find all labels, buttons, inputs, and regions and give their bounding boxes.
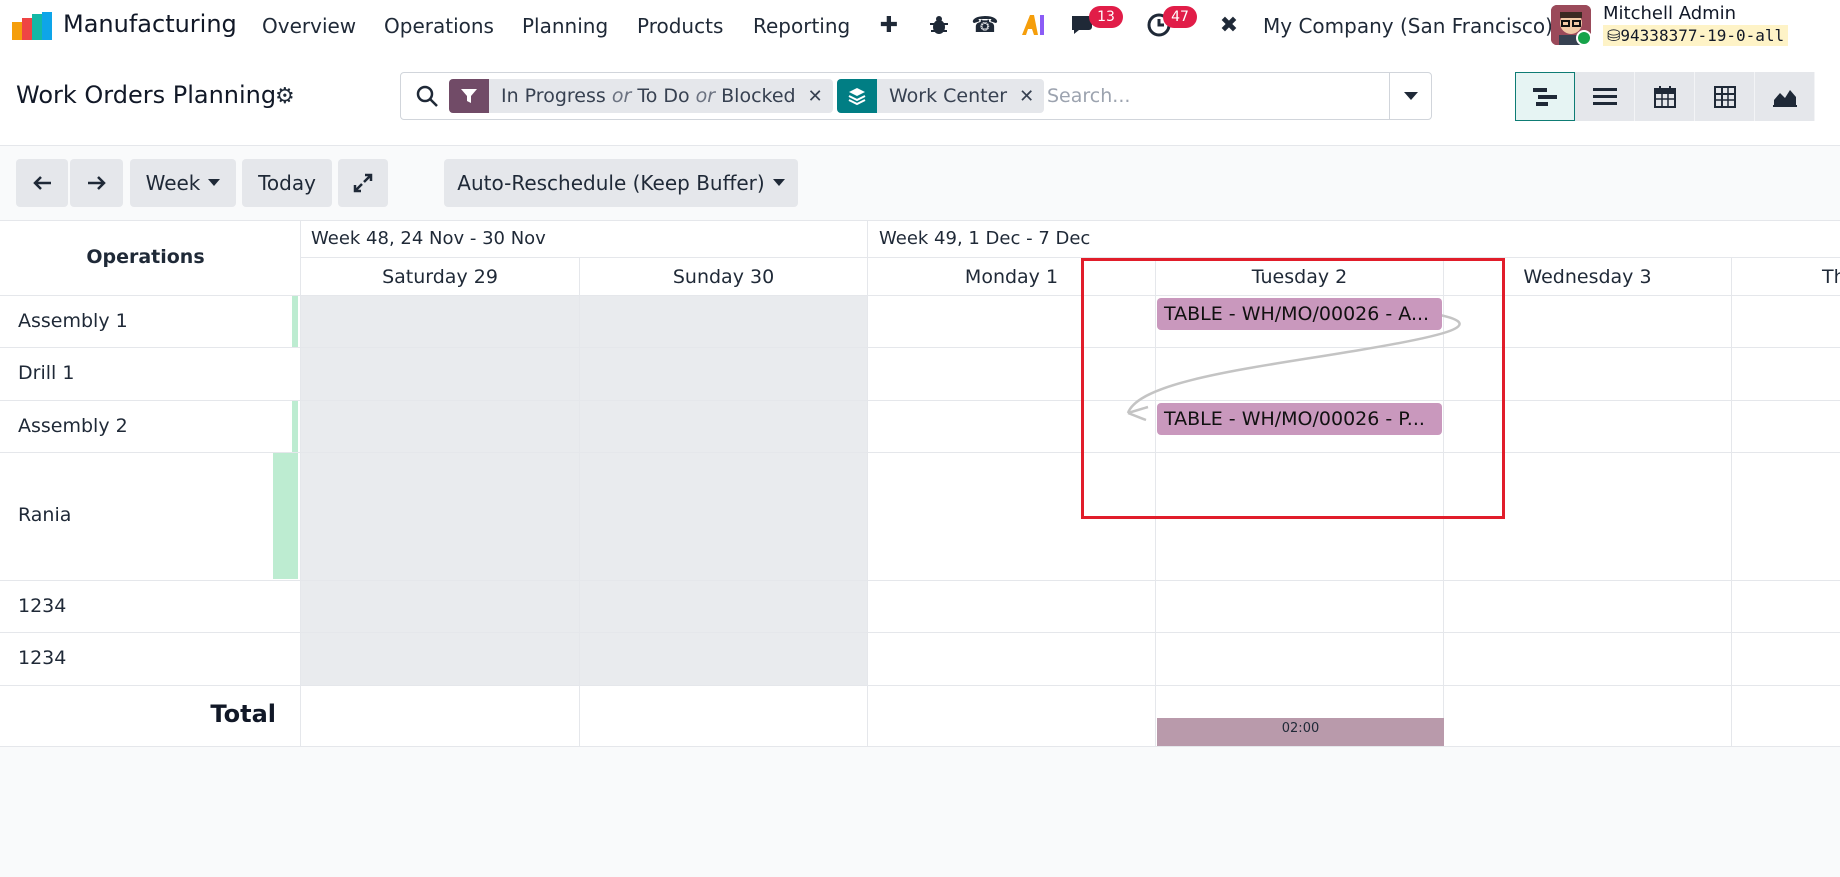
weekend-shading	[301, 296, 868, 685]
work-order-pill[interactable]: TABLE - WH/MO/00026 - P...	[1157, 403, 1442, 435]
search-input[interactable]	[1047, 80, 1377, 112]
remove-groupby-icon[interactable]: ✕	[1019, 86, 1044, 107]
next-button[interactable]	[70, 159, 123, 207]
arrow-left-icon	[33, 176, 51, 190]
auto-reschedule-label: Auto-Reschedule (Keep Buffer)	[457, 171, 765, 195]
gantt-icon	[1533, 87, 1557, 106]
pivot-view-button[interactable]	[1695, 72, 1755, 121]
row-label[interactable]: Assembly 2	[18, 415, 128, 437]
menu-operations[interactable]: Operations	[384, 14, 494, 38]
day-header: Sunday 30	[672, 266, 775, 288]
grid-line	[867, 220, 868, 746]
filter-or: or	[611, 85, 632, 107]
filter-facet-label: In Progress or To Do or Blocked	[489, 85, 808, 107]
auto-reschedule-dropdown[interactable]: Auto-Reschedule (Keep Buffer)	[444, 159, 798, 207]
database-tag: ⛁94338377-19-0-all	[1603, 25, 1789, 46]
online-status-icon	[1576, 30, 1592, 46]
messages-badge: 13	[1089, 6, 1123, 28]
company-switcher[interactable]: My Company (San Francisco)	[1263, 14, 1553, 38]
filter-icon	[449, 79, 489, 113]
grid-line	[579, 257, 580, 746]
expand-icon	[353, 173, 373, 193]
database-name: 94338377-19-0-all	[1620, 26, 1785, 45]
grid-line	[0, 347, 1840, 348]
day-header: Monday 1	[964, 266, 1059, 288]
row-label[interactable]: Drill 1	[18, 362, 74, 384]
row-label[interactable]: Assembly 1	[18, 310, 128, 332]
calendar-view-button[interactable]	[1635, 72, 1695, 121]
day-header: Wednesday 3	[1523, 266, 1652, 288]
remove-filter-icon[interactable]: ✕	[808, 86, 833, 107]
grid-line	[300, 220, 301, 746]
manufacturing-app-icon[interactable]	[12, 12, 52, 40]
bug-icon[interactable]	[926, 12, 952, 38]
caret-down-icon	[208, 179, 221, 186]
area-chart-icon	[1772, 89, 1797, 107]
menu-reporting[interactable]: Reporting	[753, 14, 850, 38]
grid-line	[0, 685, 1840, 686]
menu-products[interactable]: Products	[637, 14, 723, 38]
row-label[interactable]: 1234	[18, 595, 66, 617]
caret-down-icon	[772, 179, 785, 186]
row-label[interactable]: Rania	[18, 504, 71, 526]
search-options-toggle[interactable]	[1389, 73, 1431, 119]
today-button[interactable]: Today	[242, 159, 332, 207]
ai-icon[interactable]	[1021, 12, 1047, 38]
filter-facet: In Progress or To Do or Blocked ✕	[449, 79, 833, 113]
grid-line	[0, 746, 1840, 747]
total-bar: 02:00	[1157, 718, 1444, 746]
day-header: Tuesday 2	[1251, 266, 1348, 288]
arrow-right-icon	[87, 176, 106, 190]
calendar-icon	[1653, 85, 1676, 108]
grid-line	[0, 400, 1840, 401]
scale-dropdown[interactable]: Week	[130, 159, 236, 207]
tools-icon[interactable]: ✖	[1216, 12, 1242, 38]
database-icon: ⛁	[1607, 26, 1621, 45]
menu-overview[interactable]: Overview	[262, 14, 356, 38]
day-header: Th	[1822, 266, 1840, 288]
grid-line	[0, 632, 1840, 633]
pivot-table-icon	[1713, 85, 1736, 108]
grid-line	[0, 580, 1840, 581]
caret-down-icon	[1403, 92, 1418, 100]
view-switcher	[1515, 72, 1815, 121]
plus-icon[interactable]: ✚	[876, 12, 902, 38]
row-load-indicator	[292, 296, 298, 347]
work-order-pill[interactable]: TABLE - WH/MO/00026 - A...	[1157, 298, 1442, 330]
grid-line	[0, 295, 1840, 296]
scale-label: Week	[145, 171, 201, 195]
menu-planning[interactable]: Planning	[522, 14, 608, 38]
row-load-indicator	[292, 401, 298, 452]
rows-header: Operations	[86, 246, 205, 268]
layers-icon	[837, 79, 877, 113]
activities-badge: 47	[1163, 6, 1197, 28]
app-name[interactable]: Manufacturing	[63, 10, 237, 38]
filter-or: or	[695, 85, 716, 107]
graph-view-button[interactable]	[1755, 72, 1815, 121]
groupby-facet: Work Center ✕	[837, 79, 1045, 113]
grid-line	[300, 257, 1840, 258]
day-header: Saturday 29	[382, 266, 498, 288]
groupby-label: Work Center	[889, 85, 1008, 107]
list-icon	[1592, 87, 1617, 105]
row-label[interactable]: 1234	[18, 647, 66, 669]
search-icon[interactable]	[415, 84, 439, 108]
page-title: Work Orders Planning	[16, 81, 277, 109]
previous-button[interactable]	[16, 159, 68, 207]
filter-in-progress: In Progress	[501, 85, 606, 107]
row-load-indicator	[273, 453, 298, 579]
grid-line	[0, 220, 1840, 221]
week-header: Week 48, 24 Nov - 30 Nov	[311, 228, 546, 249]
phone-icon[interactable]: ☎	[971, 12, 998, 38]
expand-button[interactable]	[338, 159, 388, 207]
total-label: Total	[210, 700, 276, 728]
filter-to-do: To Do	[637, 85, 690, 107]
gantt-view-button[interactable]	[1515, 72, 1575, 121]
grid-line	[1731, 257, 1732, 746]
user-name[interactable]: Mitchell Admin	[1603, 3, 1736, 24]
gear-icon[interactable]: ⚙	[275, 84, 295, 109]
week-header: Week 49, 1 Dec - 7 Dec	[879, 228, 1091, 249]
list-view-button[interactable]	[1575, 72, 1635, 121]
filter-blocked: Blocked	[721, 85, 796, 107]
